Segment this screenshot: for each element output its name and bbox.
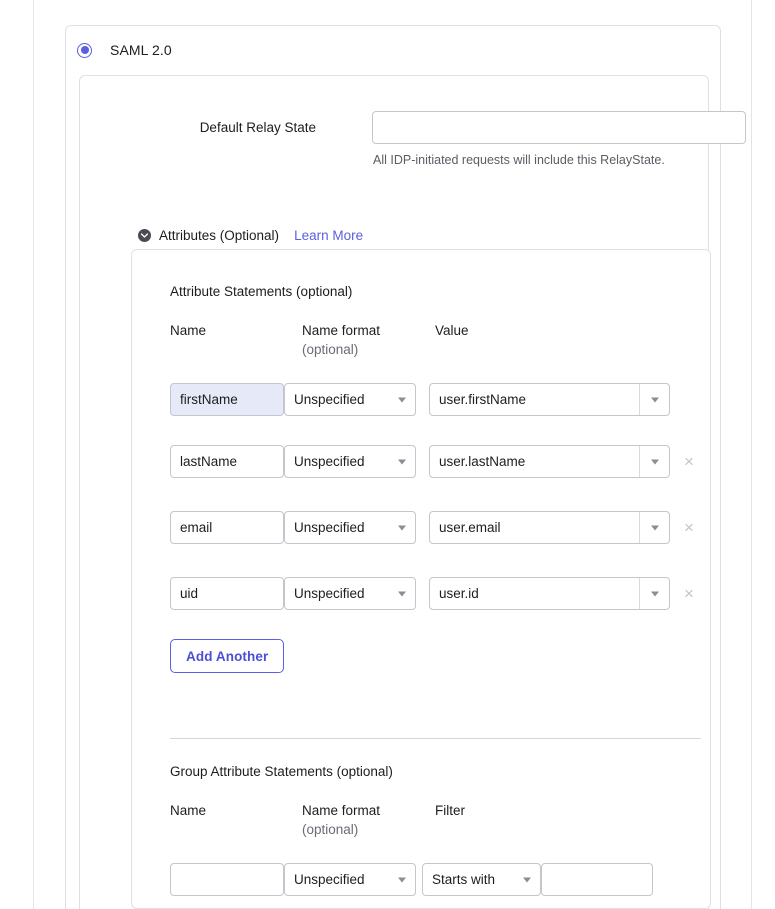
attr-value-input-3[interactable]	[430, 578, 639, 609]
group-attribute-statements-title: Group Attribute Statements (optional)	[170, 764, 393, 779]
default-relay-state-input[interactable]	[372, 111, 746, 144]
attr-name-format-select-3[interactable]: Unspecified	[284, 577, 416, 610]
attributes-panel: Attribute Statements (optional) Name Nam…	[131, 249, 711, 909]
saml-protocol-option[interactable]: SAML 2.0	[77, 42, 172, 58]
section-divider	[170, 738, 701, 739]
attr-column-header-name-format: Name format (optional)	[302, 323, 380, 357]
attributes-section-header: Attributes (Optional) Learn More	[138, 228, 363, 243]
default-relay-state-hint: All IDP-initiated requests will include …	[373, 153, 665, 167]
attr-name-input-0[interactable]	[170, 383, 284, 416]
close-icon: ×	[684, 452, 694, 471]
attr-remove-row-button-2[interactable]: ×	[680, 519, 698, 537]
close-icon: ×	[684, 518, 694, 537]
attr-value-combo-1[interactable]	[429, 445, 670, 478]
chevron-down-icon	[523, 877, 531, 882]
attributes-section-title: Attributes (Optional)	[159, 228, 280, 243]
attr-name-format-select-0[interactable]: Unspecified	[284, 383, 416, 416]
group-column-header-name-format-sub: (optional)	[302, 822, 359, 837]
group-filter-type-value-0: Starts with	[432, 872, 496, 887]
chevron-down-icon	[651, 591, 659, 596]
attr-value-input-1[interactable]	[430, 446, 639, 477]
saml-radio-label: SAML 2.0	[110, 42, 172, 58]
group-filter-value-input-0[interactable]	[541, 863, 653, 896]
attr-value-dropdown-button-1[interactable]	[639, 446, 669, 477]
attr-value-dropdown-button-2[interactable]	[639, 512, 669, 543]
group-name-input-0[interactable]	[170, 863, 284, 896]
attr-name-input-3[interactable]	[170, 577, 284, 610]
add-another-attribute-button[interactable]: Add Another	[170, 639, 285, 673]
chevron-down-icon[interactable]	[138, 229, 151, 242]
chevron-down-icon	[651, 397, 659, 402]
chevron-down-icon	[651, 459, 659, 464]
attr-name-input-1[interactable]	[170, 445, 284, 478]
saml-settings-panel: Default Relay State All IDP-initiated re…	[79, 75, 746, 909]
group-column-header-filter: Filter	[435, 803, 465, 818]
attr-name-format-select-1[interactable]: Unspecified	[284, 445, 416, 478]
group-column-header-name-format: Name format (optional)	[302, 803, 380, 837]
group-column-header-name-format-main: Name format	[302, 803, 381, 818]
attr-name-input-2[interactable]	[170, 511, 284, 544]
attr-value-dropdown-button-0[interactable]	[639, 384, 669, 415]
attr-name-format-value-1: Unspecified	[294, 454, 365, 469]
attr-column-header-value: Value	[435, 323, 469, 338]
chevron-down-icon	[651, 525, 659, 530]
attribute-statements-title: Attribute Statements (optional)	[170, 284, 353, 299]
attr-value-combo-0[interactable]	[429, 383, 670, 416]
attr-column-header-name: Name	[170, 323, 207, 338]
attr-value-dropdown-button-3[interactable]	[639, 578, 669, 609]
close-icon: ×	[684, 584, 694, 603]
attr-value-input-2[interactable]	[430, 512, 639, 543]
sign-on-method-card: SAML 2.0 Default Relay State All IDP-ini…	[65, 25, 746, 909]
attr-value-combo-2[interactable]	[429, 511, 670, 544]
default-relay-state-label: Default Relay State	[199, 120, 316, 135]
attr-remove-row-button-3[interactable]: ×	[680, 585, 698, 603]
group-name-format-value-0: Unspecified	[294, 872, 365, 887]
saml-settings-screen: SAML 2.0 Default Relay State All IDP-ini…	[0, 0, 775, 909]
page-right-rule	[751, 0, 752, 909]
attr-name-format-value-0: Unspecified	[294, 392, 365, 407]
attributes-learn-more-link[interactable]: Learn More	[294, 228, 363, 243]
attr-name-format-select-2[interactable]: Unspecified	[284, 511, 416, 544]
attr-remove-row-button-1[interactable]: ×	[680, 453, 698, 471]
attr-value-input-0[interactable]	[430, 384, 639, 415]
attr-name-format-value-2: Unspecified	[294, 520, 365, 535]
attr-name-format-value-3: Unspecified	[294, 586, 365, 601]
group-column-header-name: Name	[170, 803, 207, 818]
group-filter-type-select-0[interactable]: Starts with	[422, 863, 541, 896]
attr-column-header-name-format-sub: (optional)	[302, 342, 359, 357]
attr-column-header-name-format-main: Name format	[302, 323, 381, 338]
page-left-rule	[33, 0, 34, 909]
chevron-down-icon	[398, 397, 406, 402]
chevron-down-icon	[398, 591, 406, 596]
chevron-down-icon	[398, 525, 406, 530]
saml-radio-button[interactable]	[77, 42, 92, 58]
group-name-format-select-0[interactable]: Unspecified	[284, 863, 416, 896]
attr-value-combo-3[interactable]	[429, 577, 670, 610]
chevron-down-icon	[398, 877, 406, 882]
chevron-down-icon	[398, 459, 406, 464]
